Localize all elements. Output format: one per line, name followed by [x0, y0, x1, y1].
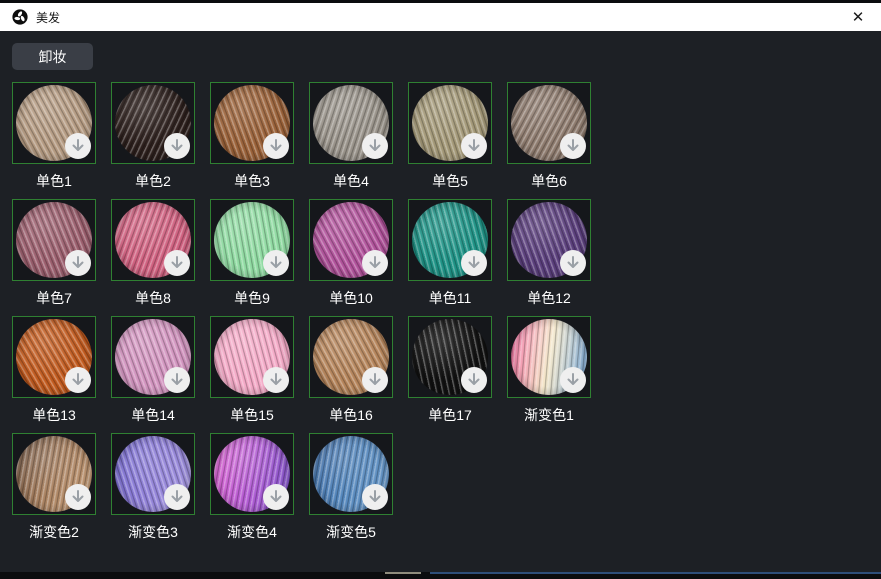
- hair-style-swatch[interactable]: [111, 433, 195, 515]
- hair-style-item: 单色14: [111, 316, 195, 425]
- hair-style-swatch[interactable]: [111, 82, 195, 164]
- download-icon[interactable]: [461, 250, 487, 276]
- hair-style-item: 单色11: [408, 199, 492, 308]
- download-icon[interactable]: [263, 133, 289, 159]
- hair-style-item: 单色2: [111, 82, 195, 191]
- hair-style-label: 单色12: [507, 288, 591, 308]
- hair-style-swatch[interactable]: [507, 316, 591, 398]
- hair-style-swatch[interactable]: [12, 199, 96, 281]
- hair-style-label: 单色15: [210, 405, 294, 425]
- download-icon[interactable]: [164, 250, 190, 276]
- download-icon[interactable]: [461, 133, 487, 159]
- hair-style-label: 单色6: [507, 171, 591, 191]
- hair-style-item: 单色13: [12, 316, 96, 425]
- hair-style-swatch[interactable]: [408, 316, 492, 398]
- hair-style-swatch[interactable]: [210, 199, 294, 281]
- hair-style-item: 单色17: [408, 316, 492, 425]
- hair-style-item: 单色4: [309, 82, 393, 191]
- download-icon[interactable]: [263, 250, 289, 276]
- hair-style-swatch[interactable]: [408, 82, 492, 164]
- hair-style-label: 单色7: [12, 288, 96, 308]
- close-icon[interactable]: ✕: [847, 6, 869, 28]
- download-icon[interactable]: [263, 367, 289, 393]
- hair-style-swatch[interactable]: [111, 316, 195, 398]
- download-icon[interactable]: [461, 367, 487, 393]
- hair-style-label: 渐变色3: [111, 522, 195, 542]
- hair-style-swatch[interactable]: [408, 199, 492, 281]
- hair-style-label: 渐变色4: [210, 522, 294, 542]
- hair-style-item: 渐变色5: [309, 433, 393, 542]
- hair-style-item: 单色15: [210, 316, 294, 425]
- hair-style-swatch[interactable]: [210, 316, 294, 398]
- hair-style-label: 单色16: [309, 405, 393, 425]
- download-icon[interactable]: [560, 367, 586, 393]
- hair-style-swatch[interactable]: [309, 433, 393, 515]
- remove-makeup-button[interactable]: 卸妆: [12, 43, 93, 70]
- hair-style-swatch[interactable]: [12, 316, 96, 398]
- download-icon[interactable]: [65, 250, 91, 276]
- hair-style-label: 单色9: [210, 288, 294, 308]
- download-icon[interactable]: [164, 133, 190, 159]
- hair-style-item: 单色1: [12, 82, 96, 191]
- hair-style-swatch[interactable]: [12, 82, 96, 164]
- download-icon[interactable]: [65, 484, 91, 510]
- download-icon[interactable]: [560, 250, 586, 276]
- hair-style-label: 渐变色1: [507, 405, 591, 425]
- download-icon[interactable]: [263, 484, 289, 510]
- download-icon[interactable]: [65, 133, 91, 159]
- hair-style-label: 单色13: [12, 405, 96, 425]
- download-icon[interactable]: [362, 250, 388, 276]
- hair-style-item: 单色10: [309, 199, 393, 308]
- hair-style-item: 单色7: [12, 199, 96, 308]
- hair-style-item: 渐变色4: [210, 433, 294, 542]
- download-icon[interactable]: [164, 367, 190, 393]
- hair-style-label: 单色17: [408, 405, 492, 425]
- download-icon[interactable]: [560, 133, 586, 159]
- hair-style-swatch[interactable]: [210, 433, 294, 515]
- hair-style-swatch[interactable]: [309, 82, 393, 164]
- hair-style-label: 单色10: [309, 288, 393, 308]
- hair-style-item: 单色8: [111, 199, 195, 308]
- hair-style-swatch[interactable]: [507, 199, 591, 281]
- dialog-titlebar: 美发 ✕: [0, 3, 881, 31]
- dialog-content: 卸妆 单色1 单色2: [0, 31, 881, 572]
- obs-logo-icon: [12, 9, 28, 25]
- hair-style-dialog: 美发 ✕ 卸妆 单色1 单色2: [0, 0, 881, 579]
- desktop-edge-bottom: [0, 572, 881, 579]
- hair-style-item: 单色6: [507, 82, 591, 191]
- hair-style-swatch[interactable]: [507, 82, 591, 164]
- hair-style-label: 单色2: [111, 171, 195, 191]
- hair-style-item: 渐变色2: [12, 433, 96, 542]
- download-icon[interactable]: [65, 367, 91, 393]
- hair-style-swatch[interactable]: [12, 433, 96, 515]
- hair-style-grid: 单色1 单色2 单色3: [12, 82, 612, 550]
- hair-style-item: 渐变色3: [111, 433, 195, 542]
- download-icon[interactable]: [164, 484, 190, 510]
- download-icon[interactable]: [362, 367, 388, 393]
- background-app-speck: [385, 572, 421, 574]
- hair-style-label: 单色14: [111, 405, 195, 425]
- hair-style-item: 单色9: [210, 199, 294, 308]
- hair-style-label: 渐变色5: [309, 522, 393, 542]
- hair-style-item: 单色16: [309, 316, 393, 425]
- hair-style-label: 单色3: [210, 171, 294, 191]
- hair-style-label: 渐变色2: [12, 522, 96, 542]
- hair-style-swatch[interactable]: [111, 199, 195, 281]
- hair-style-item: 单色12: [507, 199, 591, 308]
- hair-style-item: 渐变色1: [507, 316, 591, 425]
- hair-style-label: 单色1: [12, 171, 96, 191]
- hair-style-swatch[interactable]: [309, 316, 393, 398]
- hair-style-swatch[interactable]: [309, 199, 393, 281]
- hair-style-swatch[interactable]: [210, 82, 294, 164]
- dialog-title: 美发: [36, 9, 60, 26]
- download-icon[interactable]: [362, 484, 388, 510]
- download-icon[interactable]: [362, 133, 388, 159]
- background-app-line: [430, 572, 881, 574]
- hair-style-label: 单色11: [408, 288, 492, 308]
- hair-style-label: 单色4: [309, 171, 393, 191]
- hair-style-label: 单色5: [408, 171, 492, 191]
- hair-style-item: 单色3: [210, 82, 294, 191]
- hair-style-item: 单色5: [408, 82, 492, 191]
- hair-style-label: 单色8: [111, 288, 195, 308]
